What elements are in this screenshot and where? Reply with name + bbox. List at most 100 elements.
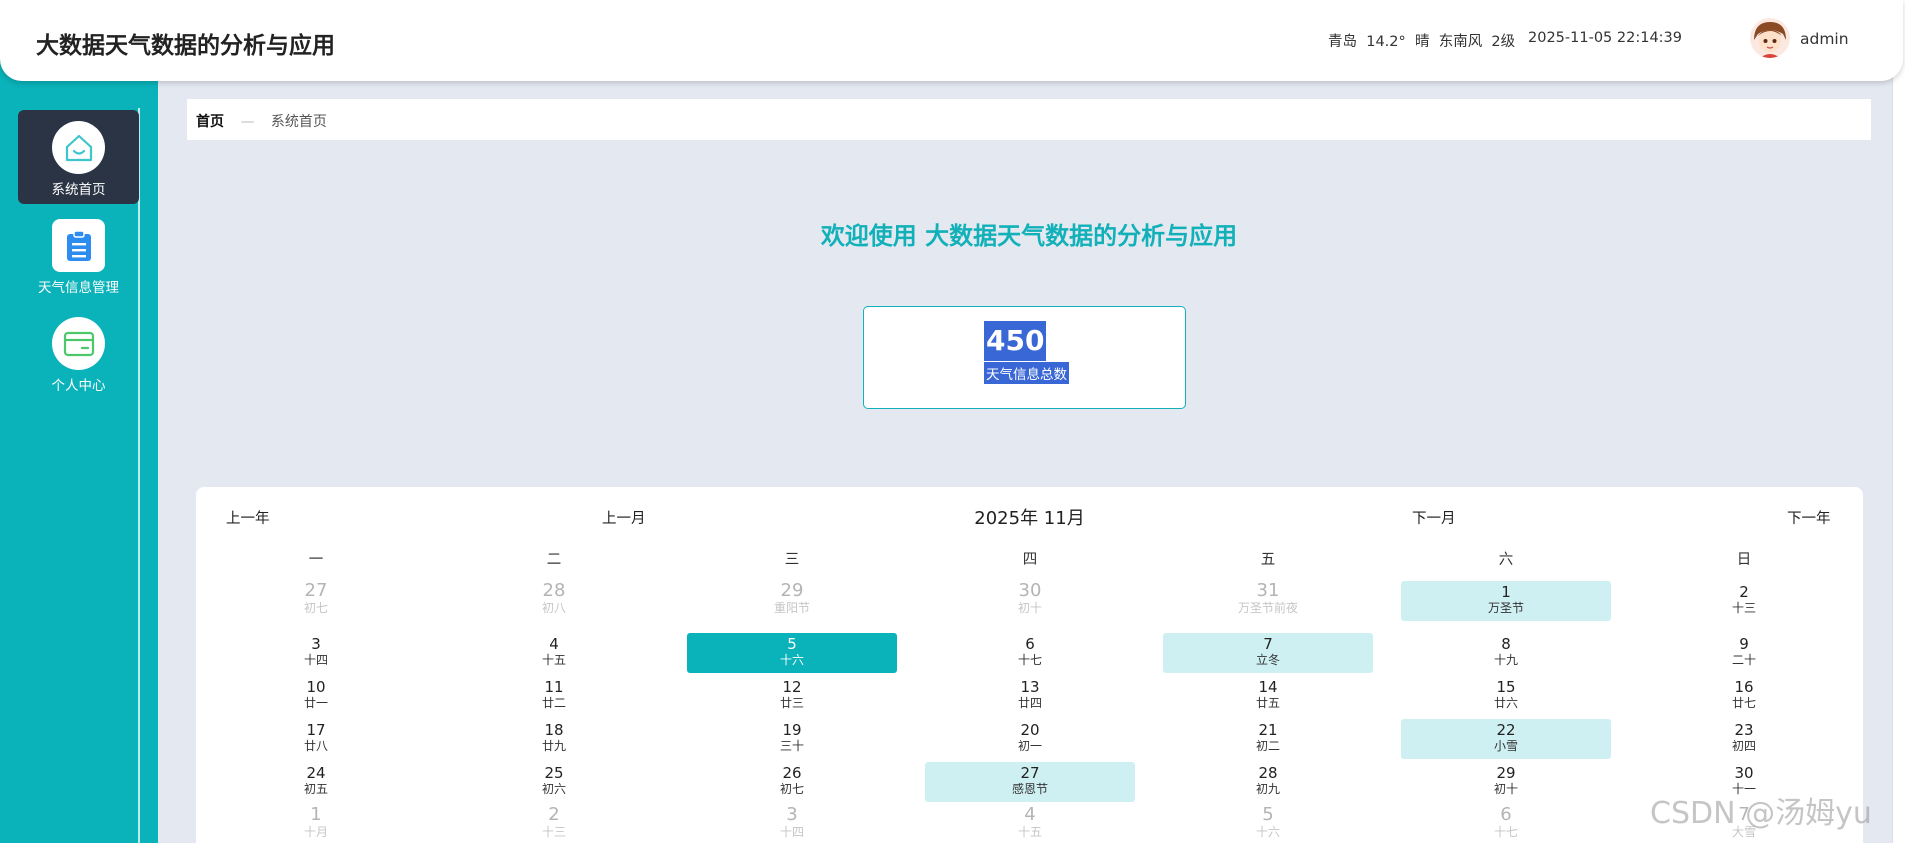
day-number: 31 [1256, 580, 1280, 601]
day-number: 18 [544, 721, 564, 739]
day-number: 14 [1258, 678, 1278, 696]
day-number: 27 [1020, 764, 1040, 782]
day-number: 1 [1501, 583, 1511, 601]
day-number: 8 [1501, 635, 1511, 653]
day-number: 30 [1018, 580, 1042, 601]
calendar-day[interactable]: 10 廿一 [211, 676, 421, 716]
calendar-day[interactable]: 27 初七 [211, 581, 421, 621]
day-lunar: 十三 [1731, 601, 1756, 615]
calendar-day[interactable]: 13 廿四 [925, 676, 1135, 716]
calendar-day[interactable]: 19 三十 [687, 719, 897, 759]
day-number: 30 [1734, 764, 1754, 782]
calendar-day[interactable]: 29 初十 [1401, 762, 1611, 802]
day-number: 2 [548, 804, 560, 825]
calendar-day-today[interactable]: 5 十六 [687, 633, 897, 673]
day-number: 10 [306, 678, 326, 696]
stat-label: 天气信息总数 [984, 362, 1069, 384]
calendar-day[interactable]: 6 十七 [1401, 805, 1611, 843]
calendar-day[interactable]: 4 十五 [449, 633, 659, 673]
calendar-day[interactable]: 11 廿二 [449, 676, 659, 716]
calendar-day[interactable]: 18 廿九 [449, 719, 659, 759]
calendar-day[interactable]: 21 初二 [1163, 719, 1373, 759]
day-number: 3 [786, 804, 798, 825]
sidebar-item-personal-center[interactable]: 个人中心 [18, 306, 139, 400]
calendar-day[interactable]: 5 十六 [1163, 805, 1373, 843]
scrollbar[interactable] [1892, 0, 1905, 843]
day-lunar: 三十 [779, 739, 804, 753]
calendar-day[interactable]: 28 初八 [449, 581, 659, 621]
calendar-day[interactable]: 28 初九 [1163, 762, 1373, 802]
weekday-header: 五 [1260, 552, 1276, 568]
weekday-header: 四 [1022, 552, 1038, 568]
calendar-day[interactable]: 20 初一 [925, 719, 1135, 759]
day-lunar: 二十 [1731, 653, 1756, 667]
calendar-day[interactable]: 26 初七 [687, 762, 897, 802]
day-lunar: 廿五 [1255, 696, 1280, 710]
calendar-day[interactable]: 4 十五 [925, 805, 1135, 843]
day-number: 1 [310, 804, 322, 825]
home-icon [52, 121, 105, 174]
calendar-day[interactable]: 2 十三 [1639, 581, 1849, 621]
calendar-day[interactable]: 17 廿八 [211, 719, 421, 759]
day-lunar: 初六 [541, 782, 566, 796]
calendar-day[interactable]: 24 初五 [211, 762, 421, 802]
calendar-day[interactable]: 1 十月 [211, 805, 421, 843]
day-lunar: 小雪 [1493, 739, 1518, 753]
breadcrumb-home[interactable]: 首页 [196, 114, 224, 130]
watermark: CSDN @汤姆yu [1650, 796, 1872, 831]
sidebar-item-home[interactable]: 系统首页 [18, 110, 139, 204]
calendar-title: 2025年 11月 [974, 508, 1085, 529]
calendar-day[interactable]: 15 廿六 [1401, 676, 1611, 716]
day-lunar: 重阳节 [773, 601, 810, 615]
calendar-day[interactable]: 2 十三 [449, 805, 659, 843]
day-number: 5 [1262, 804, 1274, 825]
calendar-day[interactable]: 1 万圣节 [1401, 581, 1611, 621]
weekday-header: 六 [1498, 552, 1514, 568]
day-lunar: 十六 [779, 653, 804, 667]
calendar-day[interactable]: 23 初四 [1639, 719, 1849, 759]
day-number: 4 [549, 635, 559, 653]
day-number: 16 [1734, 678, 1754, 696]
stat-card: 450 天气信息总数 [863, 306, 1186, 409]
calendar-day[interactable]: 8 十九 [1401, 633, 1611, 673]
calendar-day[interactable]: 3 十四 [687, 805, 897, 843]
breadcrumb-separator: — [240, 114, 255, 130]
calendar-day[interactable]: 25 初六 [449, 762, 659, 802]
calendar-day[interactable]: 16 廿七 [1639, 676, 1849, 716]
next-year-button[interactable]: 下一年 [1787, 507, 1831, 528]
calendar-day[interactable]: 31 万圣节前夜 [1163, 581, 1373, 621]
calendar-day[interactable]: 14 廿五 [1163, 676, 1373, 716]
day-lunar: 十九 [1493, 653, 1518, 667]
calendar-day[interactable]: 6 十七 [925, 633, 1135, 673]
day-number: 24 [306, 764, 326, 782]
avatar[interactable] [1750, 18, 1790, 58]
day-number: 6 [1500, 804, 1512, 825]
calendar-day[interactable]: 12 廿三 [687, 676, 897, 716]
calendar-day[interactable]: 30 初十 [925, 581, 1135, 621]
sidebar-item-weather-management[interactable]: 天气信息管理 [18, 208, 139, 302]
calendar: 上一年 上一月 2025年 11月 下一月 下一年 一二三四五六日 27 初七 28… [196, 487, 1863, 843]
calendar-day[interactable]: 9 二十 [1639, 633, 1849, 673]
day-number: 28 [542, 580, 566, 601]
day-lunar: 廿九 [541, 739, 566, 753]
day-number: 29 [1496, 764, 1516, 782]
day-lunar: 廿七 [1731, 696, 1756, 710]
day-number: 5 [787, 635, 797, 653]
day-lunar: 十五 [541, 653, 566, 667]
day-lunar: 初十 [1493, 782, 1518, 796]
calendar-day[interactable]: 27 感恩节 [925, 762, 1135, 802]
day-number: 2 [1739, 583, 1749, 601]
username[interactable]: admin [1800, 30, 1849, 48]
calendar-day[interactable]: 22 小雪 [1401, 719, 1611, 759]
day-number: 25 [544, 764, 564, 782]
day-lunar: 廿三 [779, 696, 804, 710]
calendar-day[interactable]: 29 重阳节 [687, 581, 897, 621]
day-number: 4 [1024, 804, 1036, 825]
day-lunar: 十四 [303, 653, 328, 667]
day-lunar: 立冬 [1255, 653, 1280, 667]
day-lunar: 十七 [1017, 653, 1042, 667]
next-month-button[interactable]: 下一月 [1412, 507, 1456, 528]
calendar-day[interactable]: 3 十四 [211, 633, 421, 673]
day-lunar: 初四 [1731, 739, 1756, 753]
calendar-day[interactable]: 7 立冬 [1163, 633, 1373, 673]
